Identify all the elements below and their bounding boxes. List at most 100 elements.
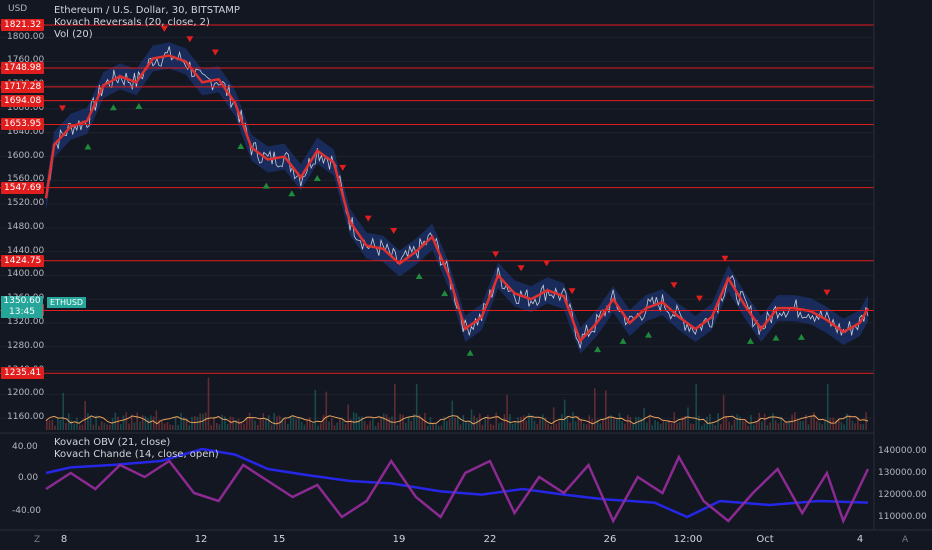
volume-bar-91 — [295, 418, 297, 430]
volume-bar-293 — [848, 415, 851, 430]
volume-bar-16 — [89, 417, 92, 430]
volume-bars — [46, 377, 867, 430]
reversal-bottom-marker — [109, 104, 117, 111]
volume-bar-94 — [303, 424, 306, 430]
reversal-bottom-marker — [466, 349, 474, 356]
volume-bar-11 — [76, 417, 78, 430]
kovach-chande-line — [45, 454, 870, 525]
volume-bar-7 — [65, 422, 67, 430]
volume-bar-24 — [111, 418, 114, 430]
volume-bar-210 — [621, 421, 623, 430]
volume-bar-120 — [374, 425, 377, 430]
volume-bar-225 — [662, 421, 665, 430]
volume-bar-114 — [358, 416, 360, 430]
volume-bar-269 — [783, 422, 785, 430]
level-tag-8: 1235.41 — [1, 367, 45, 380]
oscillator-legend: Kovach OBV (21, close) Kovach Chande (14… — [54, 437, 219, 461]
auto-scale-button[interactable]: A — [902, 535, 908, 545]
volume-bar-52 — [188, 425, 191, 430]
volume-bar-71 — [240, 421, 243, 430]
volume-bar-101 — [322, 414, 325, 430]
volume-bar-158 — [478, 413, 481, 430]
volume-bar-171 — [514, 422, 517, 430]
reversal-top-marker — [58, 105, 66, 112]
volume-bar-267 — [777, 423, 780, 430]
volume-bar-196 — [583, 423, 585, 430]
reversal-bottom-marker — [262, 182, 270, 189]
volume-bar-104 — [331, 418, 333, 430]
volume-bar-68 — [232, 417, 234, 430]
volume-bar-167 — [503, 414, 506, 430]
reversal-bottom-marker — [746, 337, 754, 344]
indicator-volume[interactable]: Vol (20) — [54, 29, 240, 41]
volume-bar-193 — [574, 421, 577, 430]
time-axis-label-6: 12:00 — [673, 534, 703, 545]
indicator-kovach-obv[interactable]: Kovach OBV (21, close) — [54, 437, 219, 449]
volume-bar-29 — [125, 412, 128, 430]
volume-bar-43 — [163, 423, 166, 430]
volume-bar-162 — [489, 423, 492, 430]
reversal-top-marker — [695, 295, 703, 302]
volume-bar-33 — [136, 412, 138, 430]
volume-bar-203 — [602, 419, 604, 430]
volume-bar-237 — [695, 383, 697, 430]
volume-bar-243 — [711, 423, 714, 430]
volume-bar-119 — [372, 418, 374, 430]
volume-bar-181 — [541, 414, 544, 430]
volume-bar-172 — [517, 417, 519, 430]
volume-bar-34 — [139, 421, 141, 430]
volume-bar-118 — [369, 421, 371, 430]
volume-bar-155 — [470, 409, 473, 430]
time-axis-label-8: 4 — [856, 534, 864, 545]
volume-bar-188 — [561, 414, 563, 430]
volume-bar-159 — [481, 424, 484, 430]
volume-bar-6 — [62, 392, 64, 430]
volume-bar-105 — [333, 425, 336, 430]
volume-bar-184 — [550, 425, 552, 430]
volume-bar-74 — [248, 412, 251, 430]
reversal-top-marker — [670, 282, 678, 289]
volume-bar-207 — [613, 418, 615, 430]
chart-canvas[interactable] — [0, 0, 932, 550]
volume-bar-62 — [215, 423, 218, 430]
volume-bar-161 — [487, 414, 489, 430]
volume-bar-131 — [404, 422, 407, 430]
volume-bar-21 — [103, 422, 106, 430]
volume-bar-95 — [306, 420, 308, 430]
volume-bar-187 — [558, 421, 560, 430]
volume-bar-130 — [402, 415, 404, 430]
time-axis-label-1: 12 — [194, 534, 208, 545]
volume-bar-42 — [161, 421, 163, 430]
price-axis-label-7: 1520.00 — [7, 198, 45, 209]
volume-bar-179 — [536, 424, 539, 430]
volume-bar-221 — [651, 425, 654, 430]
volume-bar-235 — [689, 423, 692, 430]
reversal-top-marker — [390, 228, 398, 235]
volume-bar-258 — [752, 424, 755, 430]
indicator-kovach-chande[interactable]: Kovach Chande (14, close, open) — [54, 449, 219, 461]
volume-bar-122 — [380, 416, 382, 430]
symbol-title[interactable]: Ethereum / U.S. Dollar, 30, BITSTAMP — [54, 5, 240, 17]
zoom-toggle-button[interactable]: Z — [34, 535, 40, 545]
volume-bar-282 — [818, 422, 821, 430]
volume-bar-266 — [774, 420, 777, 430]
volume-bar-17 — [92, 424, 95, 430]
volume-bar-133 — [410, 421, 412, 430]
osc-right-axis-2: 130000.00 — [878, 468, 927, 478]
indicator-kovach-reversals[interactable]: Kovach Reversals (20, close, 2) — [54, 17, 240, 29]
volume-bar-28 — [122, 415, 125, 430]
main-legend: Ethereum / U.S. Dollar, 30, BITSTAMP Kov… — [54, 5, 240, 41]
volume-bar-110 — [347, 404, 349, 430]
volume-bar-214 — [632, 424, 634, 430]
reversal-top-marker — [543, 260, 551, 267]
volume-bar-177 — [531, 415, 533, 430]
volume-bar-100 — [320, 423, 322, 430]
reversal-bottom-marker — [415, 273, 423, 280]
volume-bar-245 — [717, 413, 719, 430]
volume-bar-295 — [854, 423, 856, 430]
volume-bar-240 — [703, 423, 706, 430]
reversal-bottom-marker — [772, 334, 780, 341]
volume-bar-253 — [739, 416, 741, 430]
volume-bar-279 — [810, 416, 813, 430]
volume-bar-26 — [117, 416, 119, 430]
